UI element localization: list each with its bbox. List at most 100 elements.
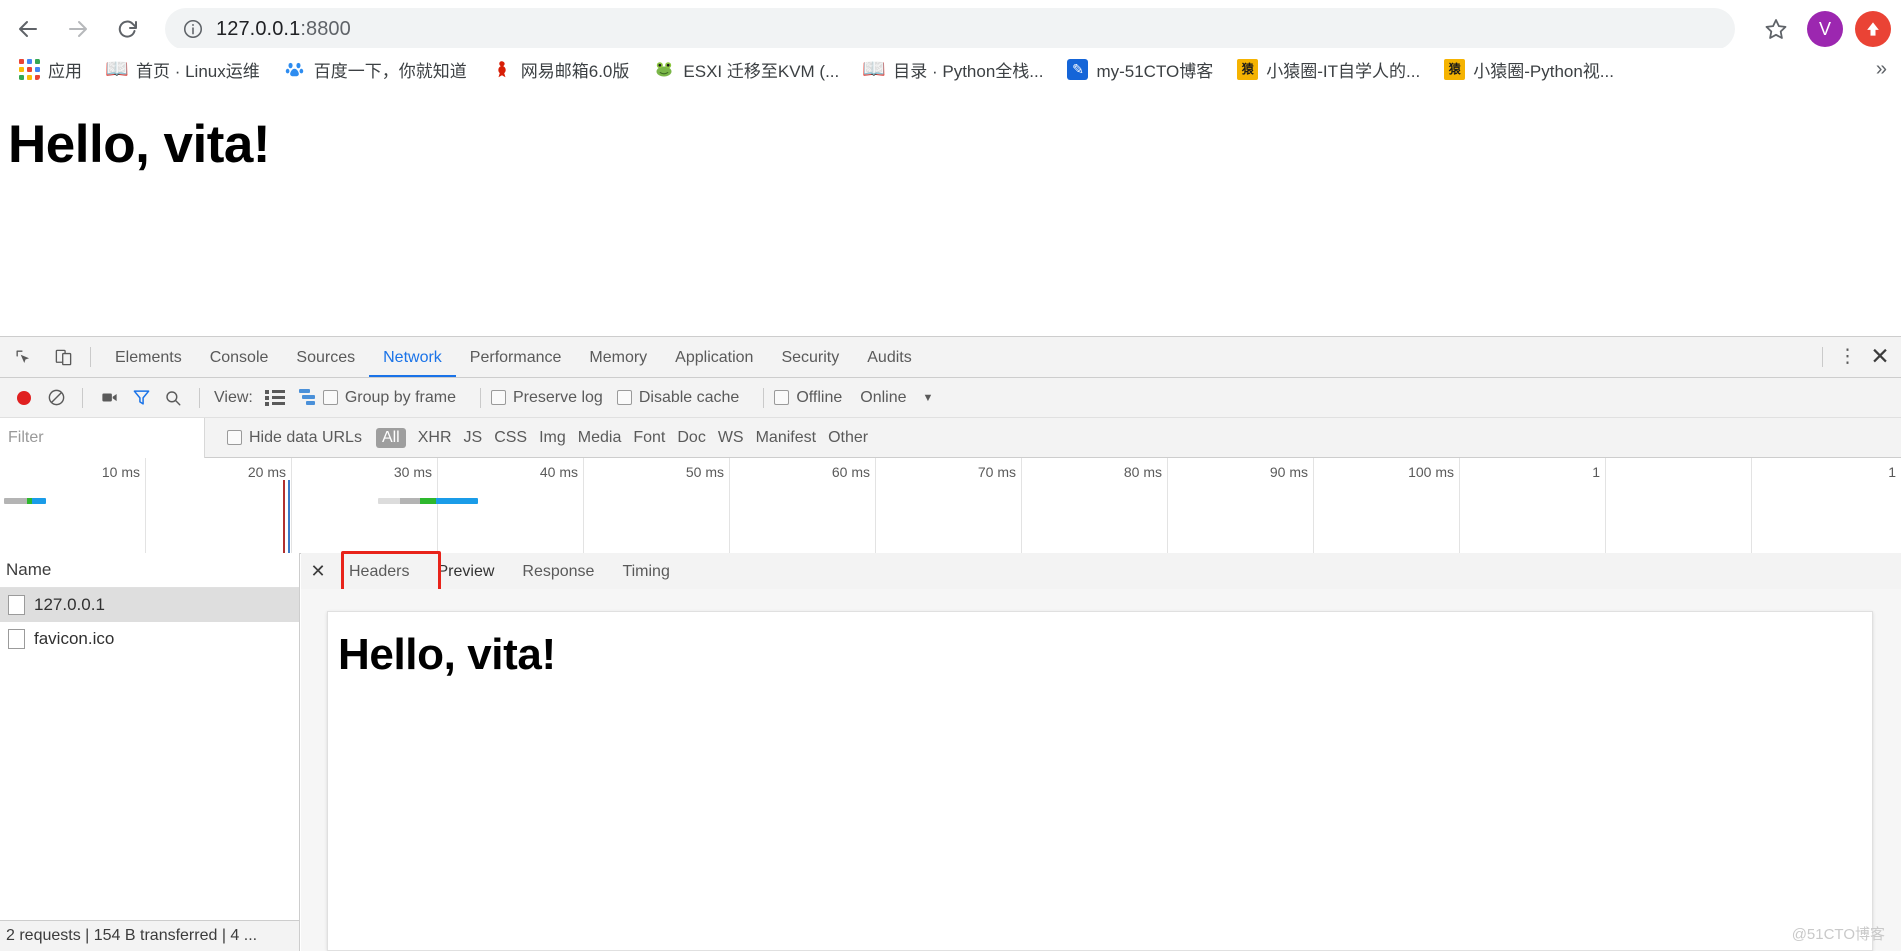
search-icon[interactable] <box>157 382 189 414</box>
bookmark-python-catalog[interactable]: 📖 目录 · Python全栈... <box>855 53 1051 85</box>
filter-type-manifest[interactable]: Manifest <box>756 429 816 447</box>
reload-button[interactable] <box>106 7 150 51</box>
preserve-log-checkbox[interactable]: Preserve log <box>491 389 603 407</box>
waterfall-bar <box>378 498 478 504</box>
filter-type-doc[interactable]: Doc <box>677 429 705 447</box>
inspect-element-icon[interactable] <box>6 340 40 374</box>
bookmark-xiaoyuanquan-python[interactable]: 猿 小猿圈-Python视... <box>1436 53 1622 85</box>
overview-tick-label: 90 ms <box>1269 464 1308 480</box>
toolbar-divider <box>199 387 200 408</box>
bookmark-esxi-kvm[interactable]: ESXI 迁移至KVM (... <box>645 53 847 85</box>
detail-tab-timing[interactable]: Timing <box>608 554 683 589</box>
address-bar[interactable]: 127.0.0.1:8800 <box>165 8 1735 50</box>
bookmark-star-icon[interactable] <box>1756 9 1796 49</box>
filter-type-js[interactable]: JS <box>464 429 483 447</box>
bookmark-netease-mail[interactable]: 网易邮箱6.0版 <box>483 53 638 85</box>
back-button[interactable] <box>6 7 50 51</box>
devtools-tabbar: Elements Console Sources Network Perform… <box>0 337 1901 378</box>
offline-checkbox[interactable]: Offline <box>774 389 842 407</box>
baidu-icon <box>284 58 306 80</box>
list-view-icon[interactable] <box>259 382 291 414</box>
bookmark-apps[interactable]: 应用 <box>10 53 90 85</box>
overview-tick-label: 100 ms <box>1408 464 1454 480</box>
hide-data-urls-checkbox[interactable]: Hide data URLs <box>227 429 362 447</box>
record-button[interactable] <box>8 382 40 414</box>
checkbox-box <box>491 390 506 405</box>
devtools-panel: Elements Console Sources Network Perform… <box>0 336 1901 951</box>
filter-type-font[interactable]: Font <box>633 429 665 447</box>
clear-button[interactable] <box>40 382 72 414</box>
profile-avatar[interactable]: V <box>1807 11 1843 47</box>
filter-icon[interactable] <box>125 382 157 414</box>
checkbox-box <box>322 390 338 405</box>
request-row-127-0-0-1[interactable]: 127.0.0.1 <box>0 588 299 622</box>
filter-input[interactable] <box>0 417 205 458</box>
bookmark-my-51cto[interactable]: ✎ my-51CTO博客 <box>1059 53 1221 85</box>
request-detail-panel: ✕ Headers Preview Response Timing Hello,… <box>301 551 1901 951</box>
book-icon: 📖 <box>863 58 886 80</box>
tab-network[interactable]: Network <box>369 338 456 377</box>
yuan-icon: 猿 <box>1444 58 1466 80</box>
bookmark-linux-home[interactable]: 📖 首页 · Linux运维 <box>98 53 268 85</box>
requests-column-header[interactable]: Name <box>0 553 299 588</box>
update-icon[interactable] <box>1855 11 1891 47</box>
waterfall-view-icon[interactable] <box>291 382 323 414</box>
filter-type-other[interactable]: Other <box>828 429 868 447</box>
filter-type-img[interactable]: Img <box>539 429 566 447</box>
frog-icon <box>653 58 675 80</box>
bookmark-baidu[interactable]: 百度一下，你就知道 <box>276 53 475 85</box>
network-filter-row: Hide data URLs All XHR JS CSS Img Media … <box>0 417 1901 458</box>
tab-performance[interactable]: Performance <box>456 338 576 377</box>
bookmark-label: 应用 <box>48 61 82 81</box>
devtools-close-icon[interactable]: ✕ <box>1863 342 1897 372</box>
request-name: favicon.ico <box>34 629 115 648</box>
browser-window: 127.0.0.1:8800 V 应用 📖 首页 · Linux运维 百度一下，… <box>0 0 1901 951</box>
tab-audits[interactable]: Audits <box>853 338 925 377</box>
tab-console[interactable]: Console <box>196 338 283 377</box>
tab-memory[interactable]: Memory <box>575 338 661 377</box>
tab-sources[interactable]: Sources <box>282 338 369 377</box>
overview-tick-label: 10 ms <box>101 464 140 480</box>
overview-tick-label: 50 ms <box>685 464 724 480</box>
filter-type-all[interactable]: All <box>375 427 406 448</box>
tab-security[interactable]: Security <box>767 338 853 377</box>
preview-body: Hello, vita! <box>301 589 1901 951</box>
detail-tab-response[interactable]: Response <box>508 554 608 589</box>
tab-application[interactable]: Application <box>661 338 767 377</box>
filter-type-media[interactable]: Media <box>578 429 622 447</box>
checkbox-box <box>616 390 632 405</box>
toolbar-divider <box>90 347 91 367</box>
throttling-select[interactable]: Online <box>860 389 906 407</box>
watermark: @51CTO博客 <box>1791 926 1885 943</box>
overview-tick-label: 20 ms <box>247 464 286 480</box>
overview-tick-label: 1 <box>1592 464 1600 480</box>
detail-tab-preview[interactable]: Preview <box>423 554 508 589</box>
group-by-frame-checkbox[interactable]: Group by frame <box>322 388 456 407</box>
waterfall-bar <box>4 498 46 504</box>
hide-data-urls-label: Hide data URLs <box>249 428 362 446</box>
document-icon <box>8 595 25 615</box>
filter-type-css[interactable]: CSS <box>494 429 527 447</box>
bookmarks-overflow-icon[interactable]: » <box>1876 58 1887 81</box>
dom-content-loaded-line <box>283 480 285 553</box>
filter-type-ws[interactable]: WS <box>718 429 744 447</box>
devtools-more-icon[interactable]: ⋮ <box>1833 342 1863 372</box>
chevron-down-icon[interactable]: ▼ <box>923 392 934 404</box>
filter-type-xhr[interactable]: XHR <box>418 429 452 447</box>
forward-button[interactable] <box>56 7 100 51</box>
book-icon: 📖 <box>106 58 128 80</box>
bookmark-label: 网易邮箱6.0版 <box>520 61 630 81</box>
detail-tab-headers[interactable]: Headers <box>335 554 423 589</box>
requests-panel: Name 127.0.0.1 favicon.ico 2 requests | … <box>0 553 300 951</box>
capture-screenshots-icon[interactable] <box>93 382 125 414</box>
site-info-icon[interactable] <box>182 18 204 40</box>
device-toolbar-icon[interactable] <box>46 340 80 374</box>
request-row-favicon[interactable]: favicon.ico <box>0 622 299 656</box>
bookmark-label: 小猿圈-Python视... <box>1473 61 1614 81</box>
group-by-frame-label: Group by frame <box>344 388 456 406</box>
disable-cache-checkbox[interactable]: Disable cache <box>616 389 739 407</box>
network-overview[interactable]: 10 ms 20 ms 30 ms 40 ms 50 ms 60 ms 70 m… <box>0 458 1901 554</box>
tab-elements[interactable]: Elements <box>101 338 196 377</box>
detail-close-icon[interactable]: ✕ <box>301 554 335 588</box>
bookmark-xiaoyuanquan-it[interactable]: 猿 小猿圈-IT自学人的... <box>1229 53 1428 85</box>
